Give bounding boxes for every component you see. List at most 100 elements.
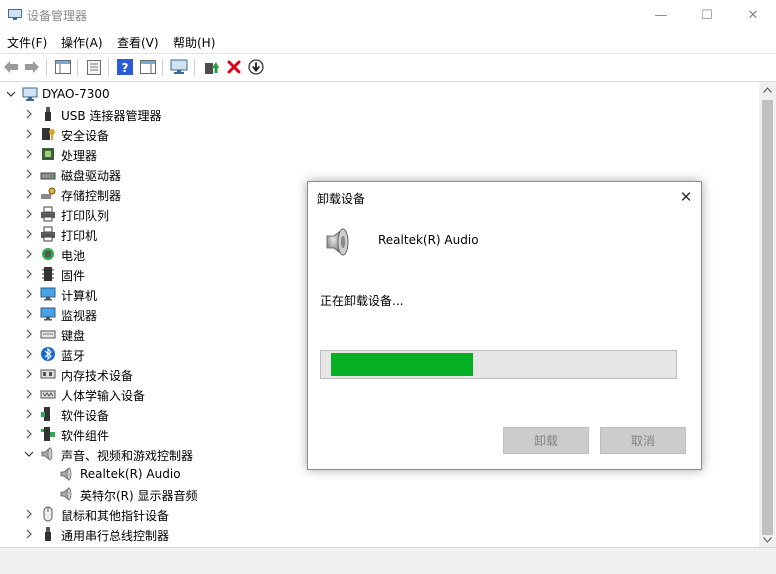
chevron-right-icon[interactable]	[23, 288, 35, 300]
chevron-right-icon[interactable]	[23, 408, 35, 420]
show-hide-tree-button[interactable]	[54, 58, 72, 76]
chevron-right-icon[interactable]	[23, 148, 35, 160]
console-tree-icon	[55, 60, 71, 74]
chevron-right-icon[interactable]	[23, 228, 35, 240]
computer-name: DYAO-7300	[42, 87, 110, 101]
chevron-right-icon[interactable]	[23, 308, 35, 320]
disable-device-button[interactable]	[247, 58, 265, 76]
uninstall-device-button[interactable]	[225, 58, 243, 76]
toolbar-separator	[194, 59, 195, 76]
back-arrow-icon	[4, 61, 18, 73]
monitor-icon	[40, 287, 56, 301]
dialog-close-button[interactable]: ✕	[671, 182, 701, 212]
key-icon	[42, 128, 55, 140]
chevron-right-icon[interactable]	[23, 208, 35, 220]
download-arrow-icon	[248, 59, 264, 75]
forward-arrow-icon	[25, 61, 39, 73]
help-button[interactable]: ?	[116, 58, 134, 76]
chevron-right-icon[interactable]	[23, 388, 35, 400]
cpu-icon	[42, 148, 54, 160]
chevron-right-icon[interactable]	[23, 108, 35, 120]
toolbar: ?	[0, 53, 776, 82]
tree-item-label: 监视器	[61, 309, 98, 323]
chevron-down-icon[interactable]	[5, 88, 17, 100]
view-pane-icon	[140, 60, 156, 74]
svg-text:?: ?	[122, 61, 129, 75]
menu-file[interactable]: 文件(F)	[7, 34, 47, 51]
chevron-right-icon[interactable]	[23, 268, 35, 280]
menu-action[interactable]: 操作(A)	[61, 34, 103, 51]
maximize-button[interactable]: ☐	[684, 0, 730, 30]
computer-icon	[22, 87, 38, 101]
hid-icon	[40, 390, 56, 399]
speaker-icon	[41, 447, 53, 461]
progress-fill	[331, 353, 473, 376]
chevron-right-icon[interactable]	[23, 128, 35, 140]
maximize-icon: ☐	[701, 7, 713, 23]
chevron-right-icon[interactable]	[23, 508, 35, 520]
chevron-right-icon[interactable]	[23, 248, 35, 260]
chevron-right-icon[interactable]	[23, 528, 35, 540]
properties-button[interactable]	[85, 58, 103, 76]
menu-help[interactable]: 帮助(H)	[173, 34, 215, 51]
uninstall-status: 正在卸载设备...	[320, 294, 404, 308]
chevron-right-icon[interactable]	[23, 348, 35, 360]
tree-item-label: 软件设备	[61, 409, 110, 423]
scroll-down-icon[interactable]	[763, 537, 772, 543]
usb-icon	[45, 107, 51, 121]
close-window-button[interactable]: ✕	[730, 0, 776, 30]
tree-item-label: 计算机	[61, 289, 98, 303]
update-driver-button[interactable]	[202, 58, 220, 76]
tree-item-label: 人体学输入设备	[61, 389, 146, 403]
chip-icon	[42, 267, 54, 281]
chevron-right-icon[interactable]	[23, 368, 35, 380]
vertical-scrollbar[interactable]	[759, 82, 776, 547]
scrollbar-thumb[interactable]	[762, 100, 773, 535]
toolbar-separator	[162, 59, 163, 76]
scan-hardware-button[interactable]	[170, 58, 188, 76]
chevron-right-icon[interactable]	[23, 428, 35, 440]
minimize-button[interactable]: —	[638, 0, 684, 30]
tree-category[interactable]: 安全设备	[0, 124, 759, 144]
chevron-right-icon[interactable]	[23, 328, 35, 340]
tree-item-label: 英特尔(R) 显示器音频	[80, 489, 198, 503]
tree-item-label: 软件组件	[61, 429, 110, 443]
menu-view[interactable]: 查看(V)	[117, 34, 159, 51]
mouse-icon	[43, 506, 53, 522]
tree-category[interactable]: 通用串行总线控制器	[0, 524, 759, 544]
uninstall-dialog: 卸载设备 ✕ Realtek(R) Audio 正在卸载设备... 卸载 取消	[307, 181, 702, 470]
forward-button[interactable]	[23, 58, 41, 76]
chevron-right-icon[interactable]	[23, 168, 35, 180]
tree-category[interactable]: 处理器	[0, 144, 759, 164]
tree-category[interactable]: USB 连接器管理器	[0, 104, 759, 124]
scroll-up-icon[interactable]	[763, 87, 772, 93]
device-manager-icon	[8, 9, 22, 20]
printer-icon	[41, 226, 55, 242]
chevron-right-icon[interactable]	[23, 188, 35, 200]
tree-item-label: 固件	[61, 269, 86, 283]
printer-icon	[41, 206, 55, 222]
help-icon: ?	[117, 59, 133, 75]
tree-item-label: 处理器	[61, 149, 98, 163]
tree-category[interactable]: 鼠标和其他指针设备	[0, 504, 759, 524]
tree-item-label: 内存技术设备	[61, 369, 134, 383]
tree-item-label: 存储控制器	[61, 189, 122, 203]
menu-bar: 文件(F) 操作(A) 查看(V) 帮助(H)	[0, 30, 776, 52]
dialog-device-name: Realtek(R) Audio	[378, 233, 479, 247]
chevron-down-icon[interactable]	[23, 448, 35, 460]
cancel-button[interactable]: 取消	[600, 427, 686, 454]
minimize-icon: —	[654, 7, 668, 23]
tree-item-label: 打印队列	[61, 209, 110, 223]
properties-icon	[87, 59, 101, 75]
speaker-icon	[60, 467, 72, 481]
tree-child-item[interactable]: 英特尔(R) 显示器音频	[0, 484, 759, 504]
disk-icon	[40, 172, 56, 180]
uninstall-button[interactable]: 卸载	[503, 427, 589, 454]
close-icon: ✕	[679, 188, 693, 206]
action-view-button[interactable]	[139, 58, 157, 76]
back-button[interactable]	[2, 58, 20, 76]
update-driver-icon	[205, 62, 219, 74]
computer-monitor-icon	[170, 59, 188, 74]
software-icon	[41, 407, 50, 421]
speaker-icon	[326, 228, 349, 256]
